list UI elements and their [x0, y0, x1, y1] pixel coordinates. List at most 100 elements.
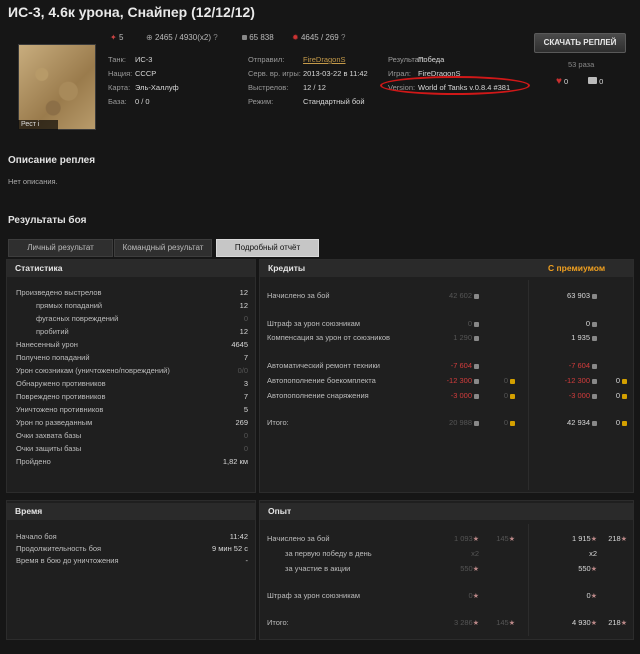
download-replay-button[interactable]: СКАЧАТЬ РЕПЛЕЙ [534, 33, 626, 53]
download-count: 53 раза [568, 60, 595, 69]
time-row: Время в бою до уничтожения - [16, 555, 248, 567]
xp-star-icon: ★ [590, 536, 597, 543]
credits-premium-amount: -7 604 [568, 361, 590, 370]
xp-heading: Опыт [260, 503, 633, 520]
stats-row-label: Пройдено [16, 457, 51, 466]
info-value: 0 / 0 [135, 97, 150, 106]
gold-icon [622, 420, 627, 426]
like-stat[interactable]: ♥ 0 [556, 76, 568, 87]
free-xp-amount: 145 [496, 618, 509, 627]
info-value[interactable]: FireDragonS [303, 55, 346, 64]
comments-count: 0 [599, 77, 604, 86]
stats-row-label: Повреждено противников [16, 392, 106, 401]
frags-stat: ✦ 5 [110, 33, 123, 42]
time-row-label: Время в бою до уничтожения [16, 556, 119, 565]
comments-stat[interactable]: 0 [588, 77, 603, 86]
xp-row-label: за участие в акции [285, 564, 351, 573]
stats-row-label: Урон по разведанным [16, 418, 93, 427]
stats-row-label: Нанесенный урон [16, 340, 78, 349]
stats-row: Урон по разведанным 269 [16, 417, 248, 429]
credits-base-amount: 0 [467, 319, 472, 328]
credits-base-gold: 0 [504, 390, 515, 402]
tab-detailed[interactable]: Подробный отчёт [216, 239, 319, 257]
map-label: Рест i [18, 120, 58, 130]
credits-premium-amount: -12 300 [564, 376, 590, 385]
free-xp-icon: ★ [620, 620, 627, 627]
description-heading: Описание реплея [8, 155, 96, 166]
info-value: Стандартный бой [303, 97, 365, 106]
stats-row: прямых попаданий 12 [36, 300, 248, 312]
stats-row-label: пробитий [36, 327, 69, 336]
likes-count: 0 [564, 77, 569, 86]
xp-premium-amount: 4 930 [571, 618, 591, 627]
gold-amount: 0 [503, 391, 508, 400]
time-row: Продолжительность боя 9 мин 52 с [16, 543, 248, 555]
info-label: Серв. вр. игры: [248, 69, 301, 78]
credits-premium-gold: 0 [616, 375, 627, 387]
info-value: СССР [135, 69, 157, 78]
info-value: 12 / 12 [303, 83, 326, 92]
credits-base-value: -7 604 [451, 360, 479, 372]
gold-amount: 0 [615, 376, 620, 385]
free-xp-amount: 145 [496, 534, 509, 543]
credits-row: Автоматический ремонт техники -7 604 -7 60… [267, 360, 627, 372]
xp-base-amount: x2 [471, 549, 479, 558]
credits-premium-amount: 42 934 [567, 418, 590, 427]
credits-base-amount: 20 988 [449, 418, 472, 427]
help-icon[interactable]: ? [213, 33, 217, 42]
credits-premium-amount: 1 935 [571, 333, 590, 342]
credits-heading: Кредиты С премиумом [260, 260, 633, 277]
xp-row: за первую победу в день x2 x2 [285, 548, 627, 560]
stats-row: пробитий 12 [36, 326, 248, 338]
info-label: Выстрелов: [248, 83, 289, 92]
info-value: 2013-03-22 в 11:42 [303, 69, 368, 78]
xp-premium-value: 0★ [587, 590, 597, 603]
xp-stat: ✹ 4645 / 269 ? [292, 33, 345, 42]
credits-premium-value: 1 935 [571, 332, 597, 344]
xp-row-label: за первую победу в день [285, 549, 372, 558]
xp-star-icon: ★ [472, 566, 479, 573]
credit-icon [592, 378, 597, 384]
credits-row: Автопополнение снаряжения -3 000 0 -3 000 0 [267, 390, 627, 402]
credits-base-amount: -12 300 [446, 376, 472, 385]
stats-row-value: 269 [235, 418, 248, 427]
stats-row: Получено попаданий 7 [16, 352, 248, 364]
gold-icon [510, 393, 515, 399]
heart-icon: ♥ [556, 76, 562, 87]
free-xp-icon: ★ [620, 536, 627, 543]
tab-personal[interactable]: Личный результат [8, 239, 113, 257]
free-xp-amount: 218 [608, 534, 621, 543]
info-label: Режим: [248, 97, 274, 106]
damage-value: 2465 / 4930(x2) [154, 33, 211, 42]
credit-icon [474, 293, 479, 299]
xp-base-value: 3 286★ [454, 617, 479, 630]
comment-icon [588, 77, 597, 84]
free-xp-amount: 218 [608, 618, 621, 627]
damage-stat: ⊕ 2465 / 4930(x2) ? [146, 33, 218, 42]
xp-row: Штраф за урон союзникам 0★ 0★ [267, 590, 627, 602]
credits-premium-gold: 0 [616, 417, 627, 429]
version-highlight [380, 76, 530, 95]
credits-premium-value: -7 604 [569, 360, 597, 372]
time-row-value: 9 мин 52 с [211, 544, 248, 553]
tab-team[interactable]: Командный результат [114, 239, 212, 257]
credit-icon [474, 363, 479, 369]
credits-row: Компенсация за урон от союзников 1 290 1 9… [267, 332, 627, 344]
info-label: Танк: [108, 55, 126, 64]
credits-base-value: 42 602 [449, 290, 479, 302]
credits-base-amount: -7 604 [450, 361, 472, 370]
credits-base-value: 0 [468, 318, 479, 330]
stats-row-value: 0 [243, 314, 248, 323]
xp-premium-amount: 550 [578, 564, 591, 573]
xp-premium-amount: x2 [589, 549, 597, 558]
credits-premium-amount: 63 903 [567, 291, 590, 300]
xp-star-icon: ★ [590, 620, 597, 627]
credits-row: Автопополнение боекомплекта -12 300 0 -12 3… [267, 375, 627, 387]
stats-row-value: 0 [243, 444, 248, 453]
gold-icon [622, 378, 627, 384]
credits-heading-label: Кредиты [268, 263, 306, 273]
help-icon[interactable]: ? [341, 33, 345, 42]
gold-amount: 0 [503, 376, 508, 385]
stats-row-value: 7 [243, 353, 248, 362]
info-label: Отправил: [248, 55, 285, 64]
